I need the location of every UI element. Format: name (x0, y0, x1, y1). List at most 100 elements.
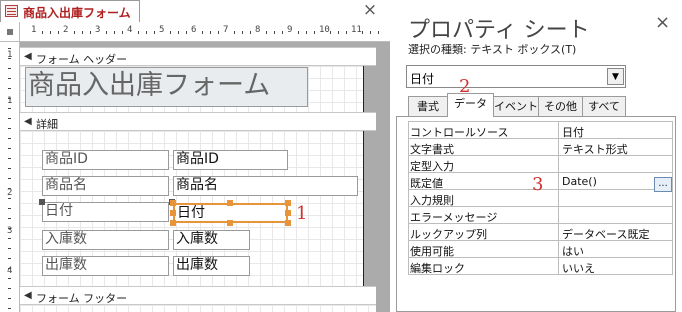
property-row[interactable]: エラーメッセージ (408, 207, 672, 224)
ruler-tick (8, 208, 11, 209)
ruler-tick (74, 31, 75, 34)
ruler-tick (370, 31, 371, 34)
tab-data[interactable]: データ (447, 93, 494, 117)
section-bar-form-header[interactable]: ◀ フォーム ヘッダー (20, 47, 376, 66)
textbox-stock-out[interactable]: 出庫数 (173, 256, 250, 276)
label-product-name[interactable]: 商品名 (42, 176, 169, 196)
label-stock-in[interactable]: 入庫数 (42, 230, 169, 250)
resize-handle-top-right[interactable] (285, 200, 291, 206)
ruler-tick (8, 128, 11, 129)
ruler-number: 11 (351, 25, 362, 35)
textbox-product-name[interactable]: 商品名 (173, 176, 358, 196)
section-label-footer: フォーム フッター (36, 292, 128, 305)
ruler-tick (8, 158, 11, 159)
resize-handle-right[interactable] (285, 210, 291, 216)
ruler-tick (8, 258, 11, 259)
property-row[interactable]: 定型入力 (408, 156, 672, 173)
ruler-tick (8, 48, 11, 49)
tab-other[interactable]: その他 (538, 96, 583, 116)
property-name: エラーメッセージ (410, 211, 498, 224)
header-right-edge[interactable] (363, 66, 364, 112)
horizontal-ruler[interactable]: 1 2 3 4 5 6 7 8 9 10 11 (20, 22, 390, 42)
ruler-tick (8, 228, 11, 229)
ruler-tick (8, 108, 11, 109)
ruler-tick (170, 31, 171, 34)
ruler-tick (218, 31, 219, 34)
label-stock-out[interactable]: 出庫数 (42, 256, 169, 276)
form-icon (5, 5, 18, 17)
chevron-down-icon[interactable]: ▼ (607, 68, 624, 85)
section-bar-form-footer[interactable]: ◀ フォーム フッター (20, 286, 376, 305)
ruler-tick (8, 218, 11, 219)
ruler-tick (8, 118, 11, 119)
property-value[interactable]: はい (562, 243, 584, 259)
object-selector-dropdown[interactable]: 日付 (406, 65, 626, 88)
property-row[interactable]: コントロールソース 日付 (408, 122, 672, 139)
ruler-tick (8, 198, 11, 199)
property-value[interactable]: Date() (562, 175, 597, 188)
section-label-detail: 詳細 (36, 118, 58, 131)
property-grid-right-line (672, 121, 673, 275)
label-product-id[interactable]: 商品ID (42, 150, 169, 170)
annotation-3: 3 (532, 174, 544, 195)
document-tab[interactable]: 商品入出庫フォーム (0, 0, 140, 22)
property-value[interactable]: テキスト形式 (562, 141, 628, 157)
tab-event[interactable]: イベント (493, 96, 539, 116)
property-row[interactable]: ルックアップ列 データベース既定 (408, 224, 672, 241)
form-selector[interactable] (0, 22, 20, 42)
ruler-tick (82, 31, 83, 34)
resize-handle-bottom-left[interactable] (170, 220, 176, 226)
builder-button[interactable]: ... (654, 177, 672, 192)
property-value[interactable]: 日付 (562, 124, 584, 140)
label-move-handle[interactable] (39, 199, 45, 205)
ruler-tick (362, 31, 363, 34)
property-sheet-title: プロパティ シート (408, 18, 590, 43)
property-value[interactable]: データベース既定 (562, 226, 649, 242)
section-marker-icon: ◀ (24, 51, 32, 62)
ruler-number: 2 (63, 25, 69, 35)
textbox-stock-in[interactable]: 入庫数 (173, 230, 250, 250)
detail-right-edge[interactable] (363, 131, 364, 286)
tab-format[interactable]: 書式 (408, 96, 448, 116)
resize-handle-left[interactable] (170, 210, 176, 216)
ruler-tick (58, 31, 59, 34)
property-name: 文字書式 (410, 143, 454, 156)
detail-right-margin (363, 131, 376, 286)
ruler-tick (8, 248, 11, 249)
resize-handle-bottom-right[interactable] (285, 220, 291, 226)
ruler-number: 3 (95, 25, 101, 35)
section-marker-icon: ◀ (24, 290, 32, 301)
ruler-tick (114, 31, 115, 34)
footer-area[interactable] (20, 305, 376, 312)
ruler-tick (274, 31, 275, 34)
ruler-tick (8, 88, 11, 89)
ruler-tick (8, 178, 11, 179)
close-document-icon[interactable]: × (360, 1, 380, 19)
annotation-1: 1 (296, 203, 308, 224)
textbox-product-id[interactable]: 商品ID (173, 150, 288, 170)
property-row[interactable]: 編集ロック いいえ (408, 258, 672, 275)
property-value[interactable]: いいえ (562, 260, 595, 276)
vertical-ruler[interactable]: 11234 (0, 42, 20, 312)
ruler-tick (242, 31, 243, 34)
ruler-tick (8, 268, 11, 269)
section-label-header: フォーム ヘッダー (36, 53, 128, 66)
ruler-number: 8 (255, 25, 261, 35)
property-row[interactable]: 使用可能 はい (408, 241, 672, 258)
resize-handle-top-left[interactable] (170, 200, 176, 206)
ruler-tick (106, 31, 107, 34)
form-title-label[interactable]: 商品入出庫フォーム (25, 67, 308, 107)
close-icon[interactable]: × (655, 12, 670, 33)
ruler-tick (250, 31, 251, 34)
document-tab-title: 商品入出庫フォーム (23, 6, 131, 20)
resize-handle-bottom[interactable] (227, 220, 233, 226)
tab-all[interactable]: すべて (582, 96, 626, 116)
ruler-tick (146, 31, 147, 34)
ruler-tick (314, 31, 315, 34)
section-bar-detail[interactable]: ◀ 詳細 (20, 112, 376, 131)
property-row[interactable]: 文字書式 テキスト形式 (408, 139, 672, 156)
label-date[interactable]: 日付 (42, 202, 169, 222)
ruler-number: 9 (287, 25, 293, 35)
resize-handle-top[interactable] (227, 200, 233, 206)
ruler-tick (8, 278, 11, 279)
